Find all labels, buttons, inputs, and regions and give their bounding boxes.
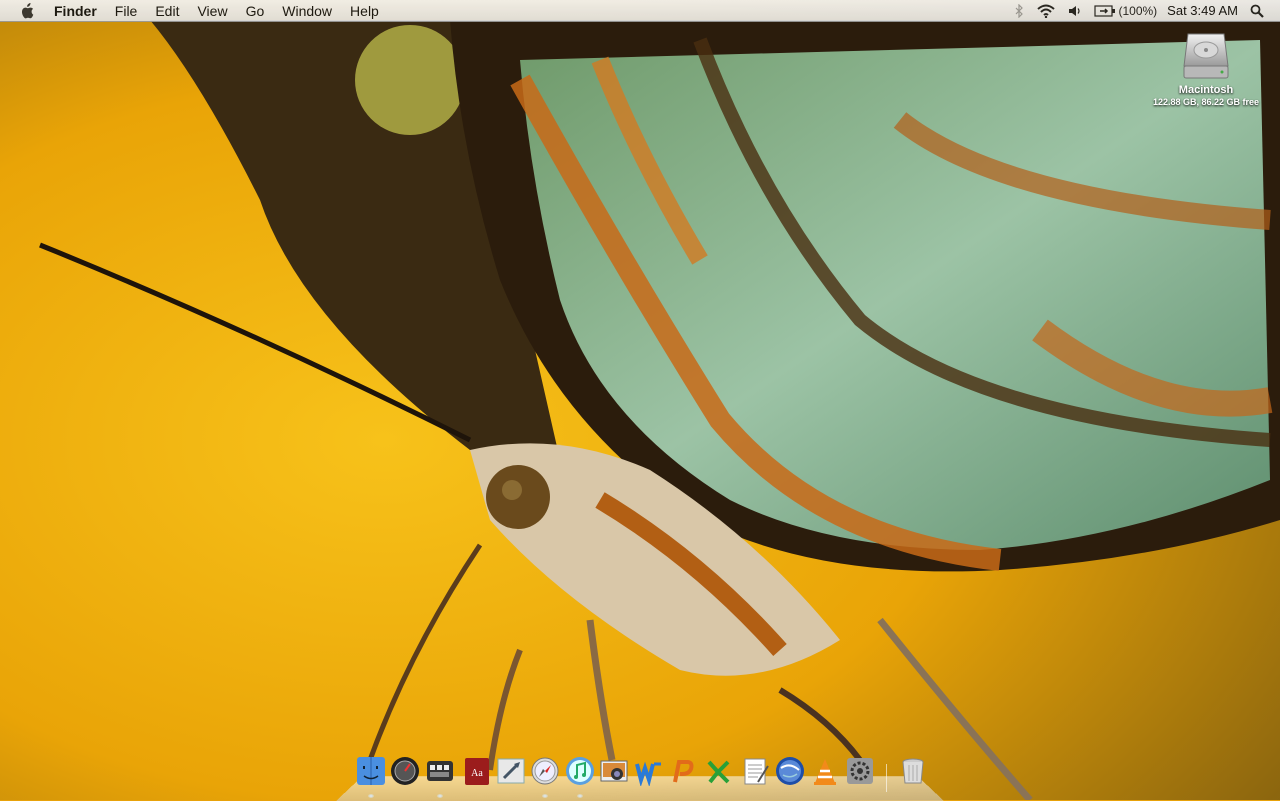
dashboard-icon[interactable] — [425, 756, 455, 788]
front-row-icon[interactable] — [390, 756, 420, 788]
bluetooth-icon[interactable] — [1009, 0, 1030, 22]
volume-icon[interactable] — [1062, 0, 1088, 22]
desktop-hard-drive[interactable]: Macintosh 122.88 GB, 86.22 GB free — [1140, 30, 1272, 107]
menu-edit[interactable]: Edit — [146, 0, 188, 22]
spotlight-icon[interactable] — [1244, 0, 1270, 22]
trash-icon[interactable] — [898, 756, 928, 788]
menu-go[interactable]: Go — [237, 0, 274, 22]
svg-text:Aa: Aa — [471, 768, 483, 779]
microsoft-powerpoint-icon[interactable] — [669, 756, 699, 788]
system-preferences-icon[interactable] — [845, 756, 875, 788]
finder-icon[interactable] — [356, 756, 386, 788]
itunes-icon[interactable] — [565, 756, 595, 788]
textedit-icon[interactable] — [740, 756, 770, 788]
battery-percent: (100%) — [1118, 3, 1158, 18]
microsoft-excel-icon[interactable] — [704, 756, 734, 788]
wifi-icon[interactable] — [1030, 0, 1062, 22]
hard-drive-name: Macintosh — [1178, 84, 1234, 96]
menu-window[interactable]: Window — [273, 0, 341, 22]
menu-finder[interactable]: Finder — [45, 0, 106, 22]
apple-menu-icon[interactable] — [17, 0, 37, 22]
safari-icon[interactable] — [530, 756, 560, 788]
dock-separator — [886, 764, 887, 792]
iphoto-icon[interactable] — [599, 756, 629, 788]
dictionary-icon[interactable]: Aa — [462, 756, 492, 788]
menubar-clock[interactable]: Sat 3:49 AM — [1161, 0, 1244, 22]
google-earth-icon[interactable] — [775, 756, 805, 788]
battery-icon[interactable] — [1088, 0, 1118, 22]
safari-running-indicator — [542, 794, 548, 798]
desktop-wallpaper — [0, 0, 1280, 800]
itunes-running-indicator — [577, 794, 583, 798]
mail-icon[interactable] — [496, 756, 526, 788]
menu-view[interactable]: View — [188, 0, 236, 22]
vlc-icon[interactable] — [810, 756, 840, 788]
hard-drive-icon[interactable] — [1140, 30, 1272, 82]
dashboard-running-indicator — [437, 794, 443, 798]
menu-file[interactable]: File — [106, 0, 147, 22]
hard-drive-info: 122.88 GB, 86.22 GB free — [1152, 97, 1260, 107]
finder-running-indicator — [368, 794, 374, 798]
menu-help[interactable]: Help — [341, 0, 388, 22]
menu-bar: Finder File Edit View Go Window Help (10… — [0, 0, 1280, 22]
microsoft-word-icon[interactable] — [634, 756, 664, 788]
